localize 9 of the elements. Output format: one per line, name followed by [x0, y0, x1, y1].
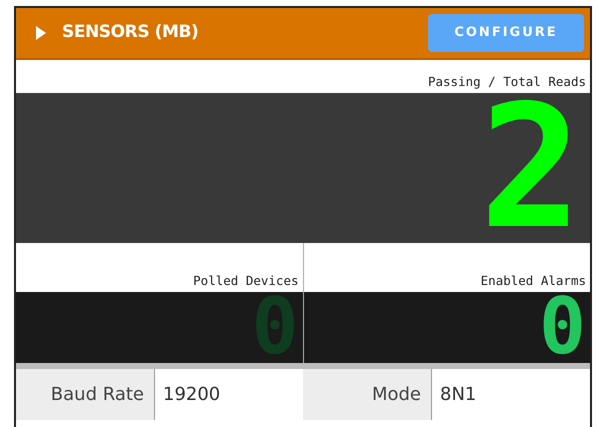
display-label: Enabled Alarms [480, 272, 586, 290]
display-label: Polled Devices [193, 272, 298, 290]
field-label: Baud Rate [16, 369, 154, 420]
field-label: Mode [303, 369, 431, 420]
display-digit: 0 [539, 292, 586, 363]
expand-toggle-icon[interactable] [36, 26, 46, 40]
display-digit: 2 [480, 93, 582, 243]
display-label: Passing / Total Reads [428, 73, 586, 92]
panel-title: SENSORS (MB) [62, 21, 198, 44]
